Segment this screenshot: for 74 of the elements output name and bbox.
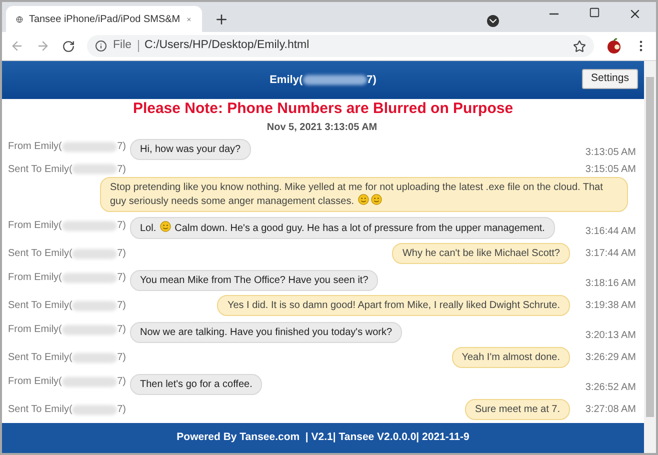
browser-tab[interactable]: Tansee iPhone/iPad/iPod SMS&M	[6, 6, 202, 32]
message-bubble: Sure meet me at 7.	[464, 399, 570, 420]
sender-label: From Emily(	[8, 219, 62, 233]
bookmark-icon[interactable]	[573, 40, 586, 52]
reload-icon[interactable]	[62, 40, 75, 52]
message-time: 3:16:44 AM	[585, 226, 636, 237]
blurred-number	[62, 324, 118, 334]
message-bubble: Why he can't be like Michael Scott?	[392, 243, 570, 264]
message-time: 3:17:44 AM	[584, 247, 636, 261]
blurred-number	[72, 300, 118, 310]
message-time: 3:27:08 AM	[584, 403, 636, 417]
smiley-icon	[358, 194, 369, 205]
message-bubble: Lol. Calm down. He's a good guy. He has a lot of pressure from the upper management.	[130, 217, 555, 239]
contact-title: Emily(	[270, 72, 303, 88]
message-time: 3:19:38 AM	[584, 299, 636, 313]
sender-label: 7)	[117, 375, 126, 389]
sender-label: From Emily(	[8, 375, 62, 389]
message-bubble: Hi, how was your day?	[130, 139, 251, 160]
sender-label: 7)	[117, 247, 126, 261]
message-bubble: You mean Mike from The Office? Have you seen it?	[130, 270, 378, 291]
dropdown-icon[interactable]	[487, 15, 499, 27]
blurred-number	[72, 352, 118, 362]
sender-label: Sent To Emily(	[8, 162, 72, 176]
sender-label: 7)	[117, 140, 126, 154]
blurred-number	[62, 272, 118, 282]
sender-label: From Emily(	[8, 140, 62, 154]
sender-label: Sent To Emily(	[8, 351, 72, 365]
maximize-icon[interactable]	[589, 7, 600, 18]
info-icon	[95, 40, 107, 52]
smiley-icon	[370, 194, 382, 205]
address-scheme: File	[113, 38, 132, 54]
message-time: 3:18:16 AM	[585, 278, 636, 289]
blurred-number	[62, 376, 118, 386]
sender-label: 7)	[117, 271, 126, 285]
sender-label: 7)	[117, 219, 126, 233]
message-bubble: Now we are talking. Have you finished you today's work?	[130, 322, 402, 343]
sender-label: From Emily(	[8, 271, 62, 285]
sender-label: Sent To Emily(	[8, 247, 72, 261]
smiley-icon	[160, 221, 171, 232]
tab-title: Tansee iPhone/iPad/iPod SMS&M	[28, 12, 180, 26]
address-text: C:/Users/HP/Desktop/Emily.html	[144, 38, 310, 54]
new-tab-icon[interactable]	[214, 12, 229, 27]
message-time: 3:13:05 AM	[585, 147, 636, 158]
message-bubble: Yeah I'm almost done.	[452, 347, 570, 368]
scrollbar[interactable]	[644, 61, 656, 453]
blurred-number	[62, 220, 118, 230]
apple-icon[interactable]	[606, 38, 622, 54]
settings-button[interactable]: Settings	[582, 69, 638, 89]
blurred-number	[72, 404, 118, 414]
message-bubble: Stop pretending like you know nothing. Mike yelled at me for not uploading the latest .exe file on the cloud. That guy seriously needs some anger management classes.	[100, 177, 628, 212]
sender-label: Sent To Emily(	[8, 403, 72, 417]
sender-label: 7)	[117, 351, 126, 365]
blurred-number	[72, 164, 118, 174]
sender-label: 7)	[117, 403, 126, 417]
sender-label: Sent To Emily(	[8, 299, 72, 313]
contact-title: 7)	[366, 72, 376, 88]
date-heading: Nov 5, 2021 3:13:05 AM	[266, 121, 378, 134]
close-icon[interactable]	[628, 7, 642, 21]
blurred-number	[72, 248, 118, 258]
sender-label: 7)	[117, 162, 126, 176]
message-bubble: Then let's go for a coffee.	[130, 374, 262, 395]
blurred-number	[62, 142, 118, 152]
message-bubble: Yes I did. It is so damn good! Apart from Mike, I really liked Dwight Schrute.	[217, 295, 570, 316]
message-time: 3:26:52 AM	[585, 382, 636, 393]
sender-label: 7)	[117, 323, 126, 337]
address-field[interactable]: File C:/Users/HP/Desktop/Emily.html	[87, 35, 594, 57]
message-time: 3:15:05 AM	[584, 162, 636, 176]
sender-label: 7)	[117, 299, 126, 313]
message-time: 3:20:13 AM	[585, 330, 636, 341]
message-time: 3:26:29 AM	[584, 351, 636, 365]
blurred-number	[302, 75, 367, 85]
notice-text: Please Note: Phone Numbers are Blurred on Purpose	[132, 99, 514, 119]
sender-label: From Emily(	[8, 323, 62, 337]
footer-text: Powered By Tansee.com | V2.1| Tansee V2.0.0.0| 2021-11-9	[176, 430, 470, 446]
